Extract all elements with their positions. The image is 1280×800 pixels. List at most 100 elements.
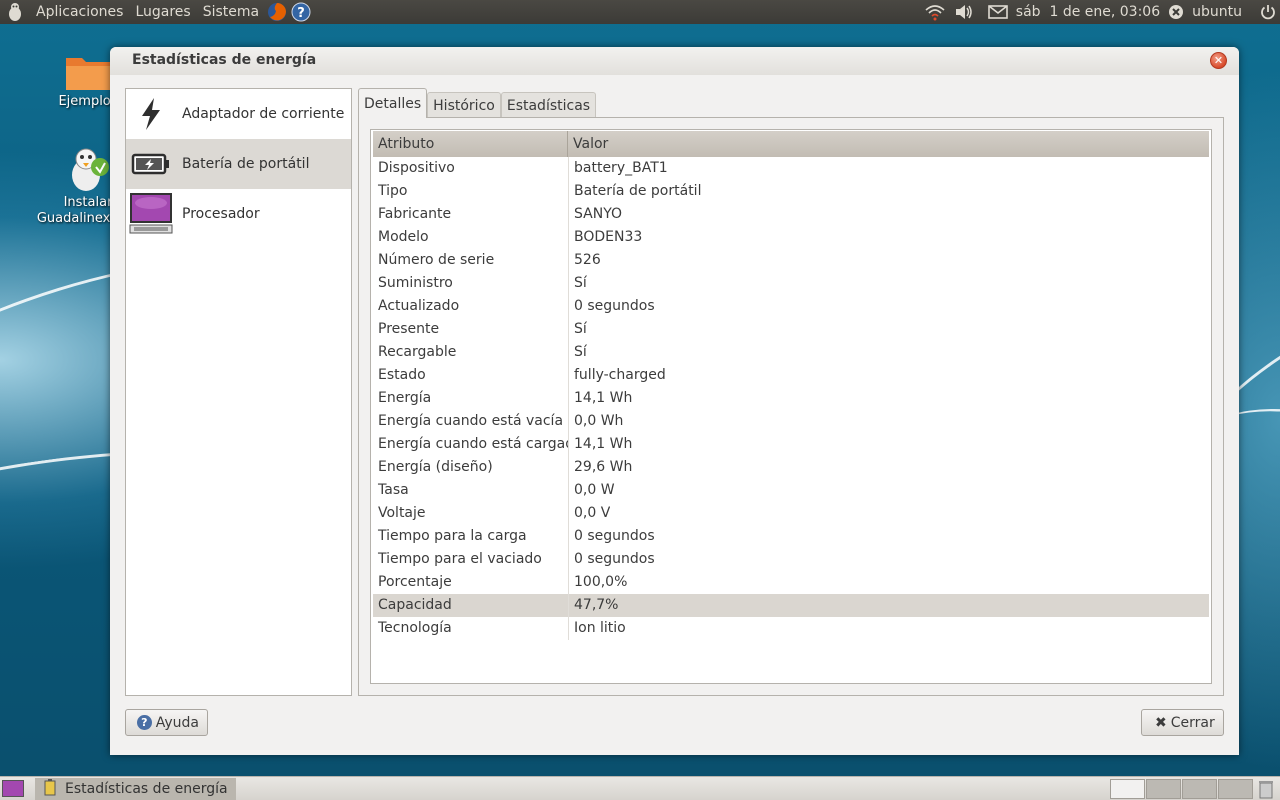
attribute-cell: Número de serie (373, 249, 569, 272)
table-row[interactable]: Tiempo para la carga 0 segundos (373, 525, 1209, 548)
help-icon: ? (137, 715, 152, 730)
column-header-atributo[interactable]: Atributo (373, 131, 568, 157)
tab-estadisticas[interactable]: Estadísticas (500, 92, 597, 118)
tab-detalles[interactable]: Detalles (358, 88, 428, 118)
attribute-cell: Energía cuando está vacía (373, 410, 569, 433)
table-row[interactable]: Tiempo para el vaciado 0 segundos (373, 548, 1209, 571)
workspace-2[interactable] (1146, 779, 1181, 799)
value-cell: 14,1 Wh (574, 390, 633, 406)
power-statistics-window: Estadísticas de energía ✕ Adaptador de c… (110, 47, 1239, 755)
attribute-cell: Recargable (373, 341, 569, 364)
table-row[interactable]: Energía cuando está vacía 0,0 Wh (373, 410, 1209, 433)
value-cell: 0 segundos (574, 298, 655, 314)
titlebar[interactable]: Estadísticas de energía ✕ (110, 47, 1239, 75)
table-row[interactable]: Actualizado 0 segundos (373, 295, 1209, 318)
window-close-icon[interactable]: ✕ (1210, 52, 1227, 69)
power-icon[interactable] (1260, 0, 1276, 24)
table-body: Dispositivo battery_BAT1 Tipo Batería de po… (371, 157, 1211, 640)
workspace-4[interactable] (1218, 779, 1253, 799)
column-header-valor[interactable]: Valor (568, 131, 608, 157)
value-cell: 14,1 Wh (574, 436, 633, 452)
table-row[interactable]: Estado fully-charged (373, 364, 1209, 387)
value-cell: fully-charged (574, 367, 666, 383)
menu-lugares[interactable]: Lugares (129, 0, 196, 24)
mail-icon[interactable] (987, 0, 1008, 24)
attribute-cell: Presente (373, 318, 569, 341)
table-row[interactable]: Porcentaje 100,0% (373, 571, 1209, 594)
device-item-procesador[interactable]: Procesador (126, 189, 351, 239)
table-row[interactable]: Energía cuando está cargada 14,1 Wh (373, 433, 1209, 456)
tab-historico[interactable]: Histórico (427, 92, 501, 118)
table-row[interactable]: Energía (diseño) 29,6 Wh (373, 456, 1209, 479)
attribute-cell: Porcentaje (373, 571, 569, 594)
table-row[interactable]: Recargable Sí (373, 341, 1209, 364)
firefox-icon[interactable] (265, 0, 289, 24)
value-cell: SANYO (574, 206, 623, 222)
attribute-cell: Tasa (373, 479, 569, 502)
table-row[interactable]: Modelo BODEN33 (373, 226, 1209, 249)
workspace-3[interactable] (1182, 779, 1217, 799)
value-cell: 526 (574, 252, 601, 268)
wifi-icon[interactable] (924, 0, 946, 24)
table-row[interactable]: Número de serie 526 (373, 249, 1209, 272)
attribute-cell: Energía (373, 387, 569, 410)
table-row[interactable]: Tecnología Ion litio (373, 617, 1209, 640)
value-cell: 0 segundos (574, 551, 655, 567)
taskbar-task-label: Estadísticas de energía (65, 781, 228, 797)
device-item-bateria[interactable]: Batería de portátil (126, 139, 351, 189)
value-cell: Ion litio (574, 620, 626, 636)
ubuntu-logo-icon[interactable] (0, 0, 30, 24)
help-button[interactable]: ? Ayuda (125, 709, 208, 736)
trash-icon[interactable] (1258, 779, 1274, 800)
table-row[interactable]: Suministro Sí (373, 272, 1209, 295)
table-row[interactable]: Voltaje 0,0 V (373, 502, 1209, 525)
battery-app-icon (43, 778, 57, 800)
user-menu[interactable]: ubuntu (1192, 4, 1242, 20)
user-status-icon (1168, 0, 1184, 24)
value-cell: Sí (574, 275, 587, 291)
value-cell: 0 segundos (574, 528, 655, 544)
workspace-1[interactable] (1110, 779, 1145, 799)
device-item-adaptador[interactable]: Adaptador de corriente (126, 89, 351, 139)
value-cell: 100,0% (574, 574, 628, 590)
device-label: Batería de portátil (182, 155, 310, 172)
attribute-cell: Tipo (373, 180, 569, 203)
table-row[interactable]: Presente Sí (373, 318, 1209, 341)
value-cell: 29,6 Wh (574, 459, 633, 475)
value-cell: 0,0 Wh (574, 413, 624, 429)
table-row[interactable]: Tasa 0,0 W (373, 479, 1209, 502)
bottom-panel: Estadísticas de energía (0, 776, 1280, 800)
table-row[interactable]: Capacidad 47,7% (373, 594, 1209, 617)
value-cell: 47,7% (574, 597, 619, 613)
close-button[interactable]: ✖ Cerrar (1141, 709, 1224, 736)
table-row[interactable]: Fabricante SANYO (373, 203, 1209, 226)
value-cell: battery_BAT1 (574, 160, 668, 176)
value-cell: 0,0 V (574, 505, 611, 521)
menu-sistema[interactable]: Sistema (197, 0, 265, 24)
attribute-cell: Tiempo para el vaciado (373, 548, 569, 571)
table-row[interactable]: Energía 14,1 Wh (373, 387, 1209, 410)
attribute-cell: Energía cuando está cargada (373, 433, 569, 456)
folder-icon (64, 52, 112, 92)
close-icon: ✖ (1155, 714, 1167, 731)
value-cell: Batería de portátil (574, 183, 702, 199)
clock[interactable]: sáb 1 de ene, 03:06 (1016, 4, 1160, 20)
volume-icon[interactable] (954, 0, 974, 24)
window-title: Estadísticas de energía (132, 52, 317, 68)
device-list: Adaptador de corriente Batería de portát… (125, 88, 352, 696)
value-cell: BODEN33 (574, 229, 643, 245)
attribute-cell: Suministro (373, 272, 569, 295)
details-panel: Atributo Valor Dispositivo battery_BAT1 Ti… (358, 117, 1224, 696)
show-desktop-icon[interactable] (2, 780, 24, 797)
table-row[interactable]: Dispositivo battery_BAT1 (373, 157, 1209, 180)
monitor-icon (126, 189, 176, 239)
help-icon[interactable]: ? (289, 0, 313, 24)
table-row[interactable]: Tipo Batería de portátil (373, 180, 1209, 203)
attribute-cell: Capacidad (373, 594, 569, 617)
attribute-cell: Dispositivo (373, 157, 569, 180)
attribute-cell: Tiempo para la carga (373, 525, 569, 548)
help-button-label: Ayuda (155, 714, 199, 731)
details-table[interactable]: Atributo Valor Dispositivo battery_BAT1 Ti… (370, 129, 1212, 684)
taskbar-task[interactable]: Estadísticas de energía (35, 778, 236, 800)
menu-aplicaciones[interactable]: Aplicaciones (30, 0, 129, 24)
